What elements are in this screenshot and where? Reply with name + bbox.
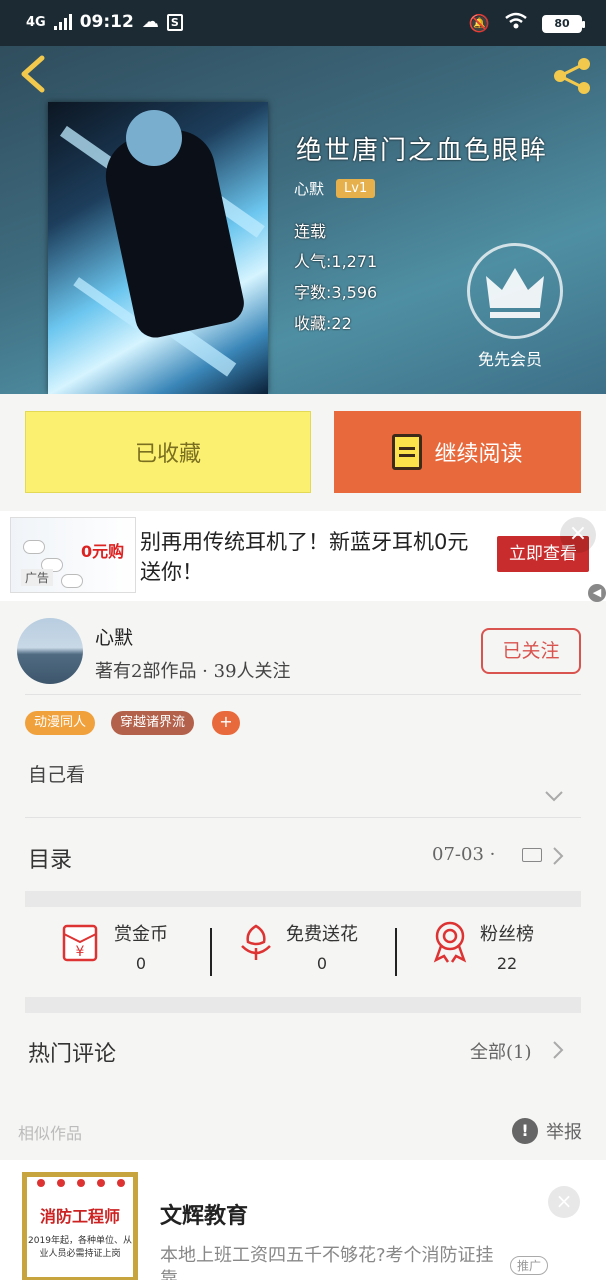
ad-image: 0元购 广告 [10,517,136,593]
chevron-right-icon [553,847,564,865]
signal-icon [53,14,72,30]
add-tag-button[interactable]: + [212,711,240,735]
book-icon [392,434,423,470]
ad-promo: 0元购 [81,542,125,561]
wifi-icon [504,12,528,35]
tag-chip[interactable]: 动漫同人 [25,711,96,735]
divider [210,928,212,976]
cert-body: 2019年起，各种单位、从业人员必需持证上岗 [28,1236,132,1259]
section-divider [25,891,581,907]
share-icon[interactable] [550,56,594,96]
red-envelope-icon: ¥ [62,924,98,962]
comments-label: 热门评论 [28,1042,117,1067]
book-popularity: 人气:1,271 [294,252,378,271]
comments-all: 全部(1) [470,1042,532,1063]
avatar[interactable] [17,618,83,684]
book-status: 连载 [294,222,327,241]
book-author: 心默 [294,180,325,198]
book-favorites: 收藏:22 [294,314,352,333]
book-title: 绝世唐门之血色眼眸 [296,136,549,166]
book-description: 自己看 [28,764,86,786]
section-divider [25,997,581,1013]
medal-icon [433,921,467,963]
vip-label: 免先会员 [478,350,543,369]
toc-label: 目录 [28,848,73,873]
chapter-icon [522,848,542,862]
close-icon[interactable]: × [548,1186,580,1218]
promoted-title: 文辉教育 [160,1203,249,1229]
divider [25,817,581,818]
book-header: 绝世唐门之血色眼眸 心默 Lv1 连载 人气:1,271 字数:3,596 收藏… [0,46,606,394]
ad-text: 别再用传统耳机了！新蓝牙耳机0元送你！ [140,530,469,584]
reward-coins-item[interactable]: ¥ 赏金币 0 [60,920,168,973]
cert-title: 消防工程师 [39,1207,120,1226]
continue-reading-button[interactable]: 继续阅读 [334,411,581,493]
status-bar: 4G 09:12 ☁ S 🔕 80 [0,0,606,46]
ad-image: 消防工程师 2019年起，各种单位、从业人员必需持证上岗 [22,1172,138,1280]
svg-text:¥: ¥ [76,944,85,960]
ad-info-icon[interactable]: ◀ [588,584,606,602]
promoted-desc: 本地上班工资四五千不够花?考个消防证挂靠… [160,1245,494,1280]
chevron-right-icon [553,1041,564,1059]
author-name: 心默 [95,627,134,649]
tag-chip[interactable]: 穿越诸界流 [111,711,195,735]
send-flower-item[interactable]: 免费送花 0 [236,920,358,973]
silent-icon: 🔕 [468,13,490,34]
collected-button[interactable]: 已收藏 [25,411,311,493]
author-subtitle: 著有2部作品 · 39人关注 [95,661,291,682]
follow-button[interactable]: 已关注 [481,628,581,674]
sim-icon: S [166,13,183,31]
promoted-tag: 推广 [510,1256,549,1275]
battery-icon: 80 [542,14,585,33]
chevron-down-icon[interactable] [544,790,564,802]
report-button[interactable]: ! 举报 [512,1118,582,1144]
ad-tag: 广告 [21,569,54,586]
similar-works-heading: 相似作品 [18,1124,83,1143]
alert-icon: ! [512,1118,538,1144]
clock: 09:12 [79,12,134,32]
back-icon[interactable] [16,54,50,94]
cloud-icon: ☁ [141,12,159,32]
crown-icon [486,268,544,318]
flower-icon [241,924,271,960]
promoted-item[interactable]: 消防工程师 2019年起，各种单位、从业人员必需持证上岗 文辉教育 本地上班工资… [0,1160,606,1280]
ad-close-icon[interactable]: × [560,517,596,553]
network-label: 4G [26,14,46,30]
level-badge: Lv1 [336,179,376,198]
book-word-count: 字数:3,596 [294,283,378,302]
divider [395,928,397,976]
divider [25,694,581,695]
vip-button[interactable] [467,243,563,339]
fan-ranking-item[interactable]: 粉丝榜 22 [430,920,534,973]
toc-date: 07-03 · [432,844,496,865]
book-cover [48,102,268,394]
